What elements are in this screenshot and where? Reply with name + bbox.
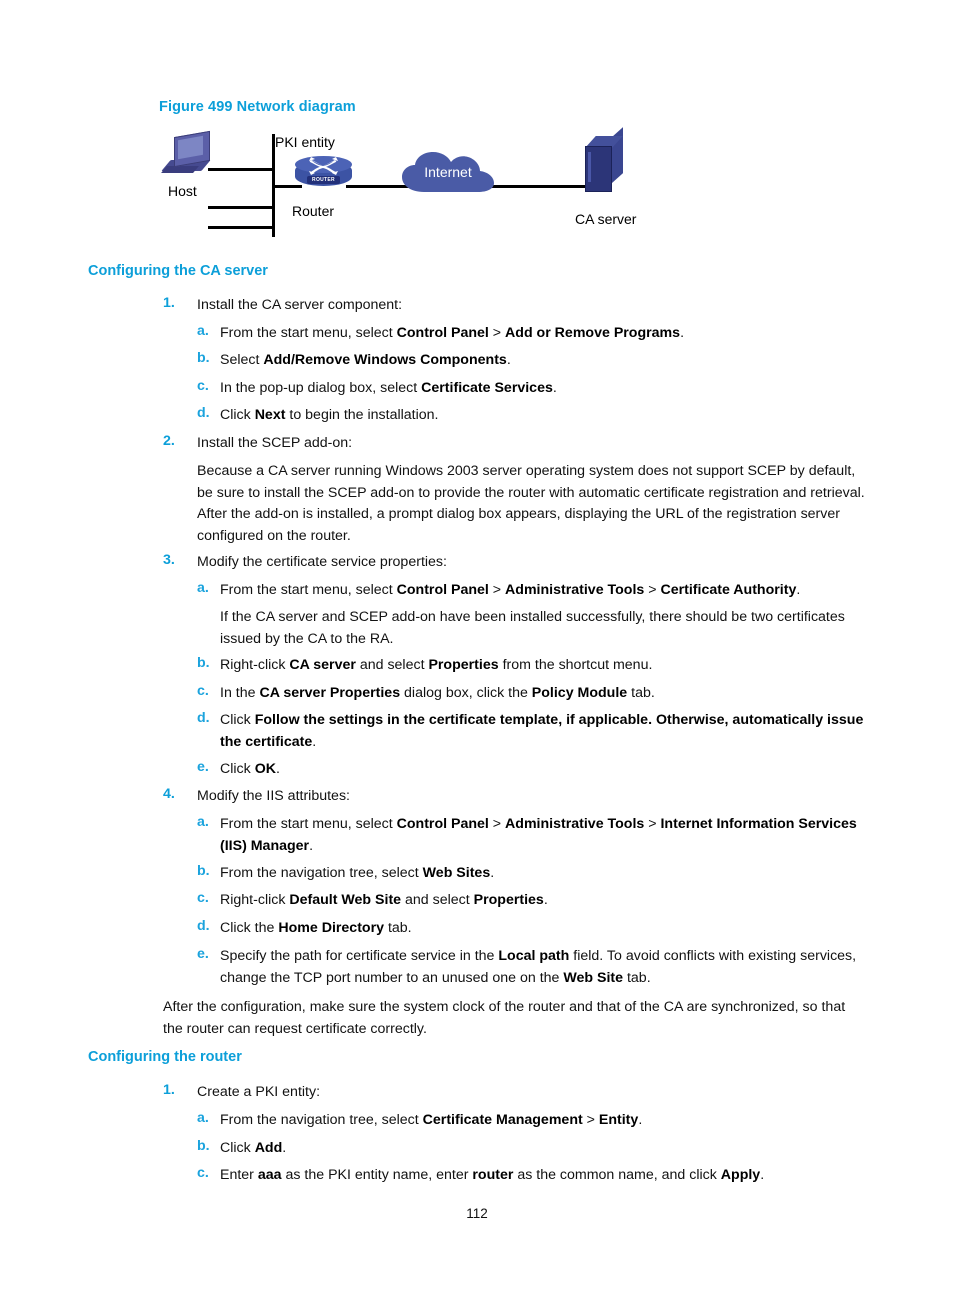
heading-configuring-router: Configuring the router <box>88 1049 242 1065</box>
figure-caption: Figure 499 Network diagram <box>159 99 356 115</box>
step-text: Modify the IIS attributes: <box>197 788 350 804</box>
substep-text: In the pop-up dialog box, select Certifi… <box>220 380 557 396</box>
substep-marker: b. <box>197 863 210 879</box>
substep-text: Click OK. <box>220 761 280 777</box>
substep-text: Right-click Default Web Site and select … <box>220 892 548 908</box>
substep-text: From the start menu, select Control Pane… <box>220 816 857 854</box>
internet-cloud-icon: Internet <box>398 148 498 196</box>
step-marker: 1. <box>163 1082 175 1098</box>
substep-text: Click Next to begin the installation. <box>220 407 439 423</box>
router-icon: ROUTER <box>295 156 352 190</box>
substep-text: Enter aaa as the PKI entity name, enter … <box>220 1167 765 1183</box>
substep-text: From the navigation tree, select Certifi… <box>220 1112 643 1128</box>
section-closing-paragraph: After the configuration, make sure the s… <box>163 999 846 1037</box>
substep-marker: a. <box>197 580 209 596</box>
substep-text: Select Add/Remove Windows Components. <box>220 352 511 368</box>
substep-marker: c. <box>197 890 209 906</box>
router-arrows-icon <box>309 157 338 175</box>
substep-text: From the start menu, select Control Pane… <box>220 325 685 341</box>
router-label: Router <box>292 203 335 219</box>
substep-marker: d. <box>197 710 210 726</box>
substep-note: If the CA server and SCEP add-on have be… <box>220 609 845 647</box>
substep-text: Specify the path for certificate service… <box>220 948 857 986</box>
substep-marker: a. <box>197 814 209 830</box>
network-diagram: Host PKI entity ROUTER Router Internet C… <box>150 127 710 238</box>
substep-marker: b. <box>197 1138 210 1154</box>
substep-text: Click the Home Directory tab. <box>220 920 412 936</box>
pki-entity-label: PKI entity <box>275 134 335 150</box>
host-label: Host <box>168 183 197 199</box>
step-text: Create a PKI entity: <box>197 1084 321 1100</box>
substep-marker: a. <box>197 1110 209 1126</box>
substep-marker: e. <box>197 759 209 775</box>
substep-marker: b. <box>197 350 210 366</box>
step-marker: 2. <box>163 433 175 449</box>
substep-text: In the CA server Properties dialog box, … <box>220 685 655 701</box>
substep-marker: c. <box>197 378 209 394</box>
step-text: Install the CA server component: <box>197 297 403 313</box>
step-text: Install the SCEP add-on: <box>197 435 353 451</box>
substep-marker: e. <box>197 946 209 962</box>
substep-marker: a. <box>197 323 209 339</box>
wire-bus-stub-lower <box>208 226 274 229</box>
substep-text: Click Follow the settings in the certifi… <box>220 712 864 750</box>
wire-internet-to-ca <box>480 185 600 188</box>
host-icon <box>161 130 214 178</box>
substep-marker: c. <box>197 1165 209 1181</box>
page-number: 112 <box>466 1206 488 1221</box>
substep-text: Right-click CA server and select Propert… <box>220 657 653 673</box>
substep-text: Click Add. <box>220 1140 287 1156</box>
ca-server-label: CA server <box>575 211 637 227</box>
heading-configuring-ca-server: Configuring the CA server <box>88 263 268 279</box>
substep-marker: b. <box>197 655 210 671</box>
step-text: Modify the certificate service propertie… <box>197 554 447 570</box>
substep-text: From the start menu, select Control Pane… <box>220 582 801 598</box>
substep-marker: c. <box>197 683 209 699</box>
wire-host-to-bus <box>208 168 274 171</box>
ca-server-icon <box>585 127 625 192</box>
step-marker: 1. <box>163 295 175 311</box>
router-badge: ROUTER <box>307 176 340 184</box>
wire-bus-stub-middle <box>208 206 274 209</box>
substep-marker: d. <box>197 918 210 934</box>
step-body-paragraph: Because a CA server running Windows 2003… <box>197 463 865 544</box>
substep-marker: d. <box>197 405 210 421</box>
internet-label: Internet <box>424 163 472 180</box>
step-marker: 3. <box>163 552 175 568</box>
substep-text: From the navigation tree, select Web Sit… <box>220 865 495 881</box>
document-page: Figure 499 Network diagram Host PKI enti… <box>0 0 954 1296</box>
step-marker: 4. <box>163 786 175 802</box>
